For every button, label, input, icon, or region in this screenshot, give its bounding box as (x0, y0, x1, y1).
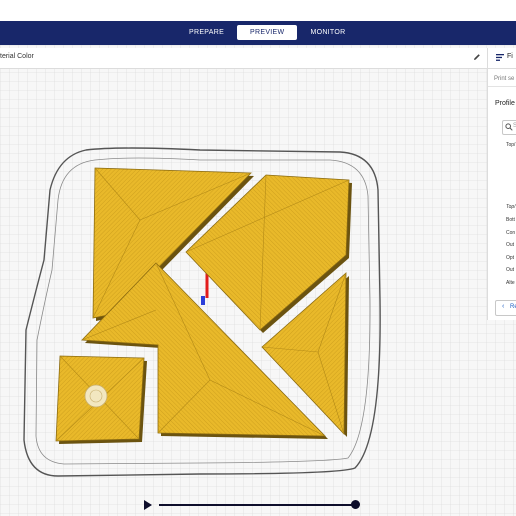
color-scheme-label: terial Color (0, 53, 34, 60)
print-settings-title: Fi (507, 53, 513, 60)
setting-row[interactable]: Top/ (506, 142, 515, 148)
layer-slider[interactable] (143, 499, 363, 513)
print-settings-subtitle: Print se (494, 76, 515, 82)
slider-handle[interactable] (351, 500, 360, 509)
print-settings-panel: Fi Print se Profile S Top/ T B Top/ Bott… (487, 48, 516, 320)
stage-bar: PREPARE PREVIEW MONITOR (0, 21, 516, 45)
profile-label: Profile (495, 100, 515, 107)
build-plate-scene (0, 45, 516, 516)
setting-row[interactable]: Top/ (506, 204, 516, 210)
build-plate-viewport[interactable] (0, 45, 516, 516)
setting-row[interactable]: Bott (506, 217, 515, 223)
slider-track[interactable] (159, 504, 355, 506)
print-settings-header[interactable]: Fi (488, 48, 516, 69)
recommended-button[interactable]: ‹ Re (495, 300, 516, 316)
settings-search-input[interactable]: S (502, 120, 516, 135)
setting-row[interactable]: Out (506, 242, 514, 248)
model-square-bottom-left[interactable] (55, 355, 147, 444)
setting-row[interactable]: Con (506, 230, 515, 236)
recommended-label: Re (510, 304, 516, 310)
setting-row[interactable]: Out (506, 267, 514, 273)
search-icon (505, 123, 513, 131)
setting-row[interactable]: Opt (506, 255, 514, 261)
list-icon (496, 54, 504, 61)
setting-row[interactable]: Alte (506, 280, 515, 286)
divider (488, 86, 516, 87)
color-scheme-bar[interactable]: terial Color (0, 48, 487, 69)
tab-preview[interactable]: PREVIEW (237, 25, 298, 40)
tab-prepare[interactable]: PREPARE (176, 25, 237, 40)
pencil-icon[interactable] (473, 53, 481, 61)
play-icon[interactable] (143, 499, 153, 511)
stage-tabs: PREPARE PREVIEW MONITOR (176, 25, 358, 41)
chevron-left-icon: ‹ (502, 303, 505, 310)
tab-monitor[interactable]: MONITOR (297, 25, 358, 40)
